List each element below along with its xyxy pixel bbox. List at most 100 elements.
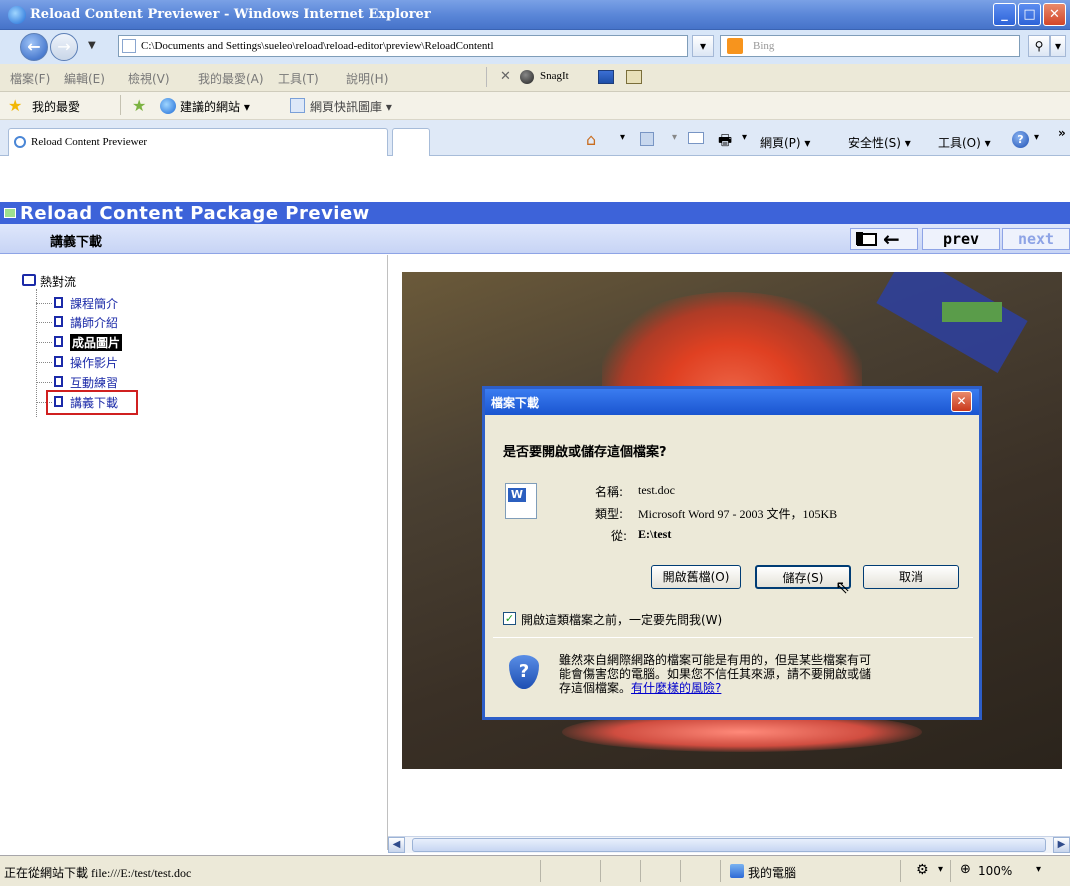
menu-edit[interactable]: 編輯(E) <box>64 70 105 87</box>
tree-branch <box>36 342 52 343</box>
home-icon[interactable]: ⌂ <box>586 130 596 149</box>
tree-item-course-intro[interactable]: 課程簡介 <box>70 295 118 312</box>
menu-divider <box>486 67 487 87</box>
risk-link[interactable]: 有什麼樣的風險? <box>631 681 721 695</box>
tree-branch <box>36 322 52 323</box>
tree-item-video[interactable]: 操作影片 <box>70 354 118 371</box>
print-icon[interactable]: 🖶 <box>718 130 732 155</box>
suggested-sites-link[interactable]: 建議的網站 ▾ <box>180 98 250 115</box>
search-input[interactable]: Bing <box>720 35 1020 57</box>
status-divider <box>720 860 721 882</box>
tools-menu[interactable]: 工具(O) ▾ <box>938 134 991 151</box>
minimize-button[interactable]: _ <box>993 3 1016 26</box>
ie-suggested-icon <box>160 98 176 114</box>
snagit-editor-icon[interactable] <box>626 70 642 84</box>
help-dropdown-icon[interactable]: ▾ <box>1034 132 1039 143</box>
page-icon <box>54 396 63 407</box>
tree-branch <box>36 382 52 383</box>
zoom-dropdown-icon[interactable]: ▾ <box>1036 864 1041 875</box>
prev-button[interactable]: prev <box>922 228 1000 250</box>
reload-header-title: Reload Content Package Preview <box>20 203 370 224</box>
search-icon[interactable]: ⚲ <box>1028 35 1050 57</box>
cancel-button[interactable]: 取消 <box>863 565 959 589</box>
window-title: Reload Content Previewer - Windows Inter… <box>30 7 431 22</box>
scroll-right-icon[interactable]: ▶ <box>1053 837 1070 853</box>
menu-file[interactable]: 檔案(F) <box>10 70 50 87</box>
tree-item-download[interactable]: 講義下載 <box>70 394 118 411</box>
feeds-dropdown-icon[interactable]: ▾ <box>672 132 677 143</box>
status-divider <box>950 860 951 882</box>
snagit-icon <box>520 70 534 84</box>
mouse-cursor-icon: ⇖ <box>835 577 851 598</box>
tab-label: Reload Content Previewer <box>31 136 148 148</box>
horizontal-scrollbar[interactable]: ◀ ▶ <box>388 836 1070 853</box>
next-button[interactable]: next <box>1002 228 1070 250</box>
dialog-title: 檔案下載 <box>491 396 540 410</box>
feeds-icon[interactable] <box>640 132 654 146</box>
tree-item-instructor[interactable]: 講師介紹 <box>70 314 118 331</box>
page-icon <box>54 336 63 347</box>
tree-item-gallery[interactable]: 成品圖片 <box>70 334 123 351</box>
menu-tools[interactable]: 工具(T) <box>278 70 319 87</box>
dialog-caption: 檔案下載 ✕ <box>485 389 979 415</box>
favorites-button[interactable]: 我的最愛 <box>32 98 80 115</box>
name-label: 名稱: <box>595 485 624 499</box>
status-bar: 正在從網站下載 file:///E:/test/test.doc 我的電腦 ⚙ … <box>0 855 1070 886</box>
file-download-dialog: 檔案下載 ✕ 是否要開啟或儲存這個檔案? W 名稱: test.doc 類型: … <box>482 386 982 720</box>
add-favorite-icon[interactable]: ★ <box>132 96 146 115</box>
forward-button[interactable]: → <box>50 33 78 61</box>
scroll-left-icon[interactable]: ◀ <box>388 837 405 853</box>
tab-reload-content-previewer[interactable]: Reload Content Previewer <box>8 128 388 156</box>
safety-menu[interactable]: 安全性(S) ▾ <box>848 134 911 151</box>
snagit-capture-icon[interactable] <box>598 70 614 84</box>
mail-icon[interactable] <box>688 132 704 144</box>
search-placeholder: Bing <box>753 40 775 52</box>
web-slice-gallery-link[interactable]: 網頁快訊圖庫 ▾ <box>310 98 392 115</box>
page-icon <box>54 376 63 387</box>
close-button[interactable]: ✕ <box>1043 3 1066 26</box>
snagit-button[interactable]: SnagIt <box>540 70 569 82</box>
status-divider <box>540 860 541 882</box>
zone-label: 我的電腦 <box>748 866 797 880</box>
scroll-thumb[interactable] <box>412 838 1046 852</box>
tree-root[interactable]: 熱對流 <box>40 273 76 290</box>
warning-text: 雖然來自網際網路的檔案可能是有用的，但是某些檔案有可 能會傷害您的電腦。如果您不… <box>559 653 871 695</box>
book-open-icon <box>22 274 36 286</box>
fav-divider <box>120 95 121 115</box>
home-dropdown-icon[interactable]: ▾ <box>620 132 625 143</box>
address-url: C:\Documents and Settings\sueleo\reload\… <box>141 40 494 52</box>
address-input[interactable]: C:\Documents and Settings\sueleo\reload\… <box>118 35 688 57</box>
open-button[interactable]: 開啟舊檔(O) <box>651 565 741 589</box>
name-value: test.doc <box>638 483 675 497</box>
dialog-question: 是否要開啟或儲存這個檔案? <box>503 445 667 460</box>
menu-view[interactable]: 檢視(V) <box>128 70 170 87</box>
zoom-icon[interactable]: ⊕ <box>960 862 971 877</box>
maximize-button[interactable]: □ <box>1018 3 1041 26</box>
zoom-level[interactable]: 100% <box>978 864 1012 878</box>
menu-help[interactable]: 說明(H) <box>346 70 388 87</box>
dialog-close-button[interactable]: ✕ <box>951 391 972 412</box>
address-dropdown-button[interactable]: ▾ <box>692 35 714 57</box>
blue-tool <box>876 272 1028 373</box>
history-dropdown-icon[interactable]: ▼ <box>88 40 96 51</box>
protected-mode-dropdown-icon[interactable]: ▾ <box>938 864 943 875</box>
close-snagit-icon[interactable]: ✕ <box>500 69 511 84</box>
always-ask-label: 開啟這類檔案之前，一定要先問我(W) <box>521 613 723 627</box>
protected-mode-icon[interactable]: ⚙ <box>916 862 929 878</box>
back-arrow-icon[interactable]: ← <box>883 227 900 251</box>
new-tab-button[interactable] <box>392 128 430 156</box>
chevron-more-icon[interactable]: » <box>1058 126 1066 140</box>
search-options-icon[interactable]: ▾ <box>1050 35 1066 57</box>
toggle-nav-control[interactable]: ← <box>850 227 918 251</box>
shield-help-icon: ? <box>509 655 539 689</box>
page-menu[interactable]: 網頁(P) ▾ <box>760 134 810 151</box>
current-page-title: 講義下載 <box>50 235 103 250</box>
tree-line <box>36 289 37 417</box>
always-ask-checkbox[interactable]: ✓ <box>503 612 516 625</box>
menu-favorites[interactable]: 我的最愛(A) <box>198 70 264 87</box>
help-icon[interactable]: ? <box>1012 131 1029 148</box>
type-value: Microsoft Word 97 - 2003 文件，105KB <box>638 507 838 521</box>
print-dropdown-icon[interactable]: ▾ <box>742 132 747 143</box>
tree-item-practice[interactable]: 互動練習 <box>70 374 118 391</box>
back-button[interactable]: ← <box>20 33 48 61</box>
